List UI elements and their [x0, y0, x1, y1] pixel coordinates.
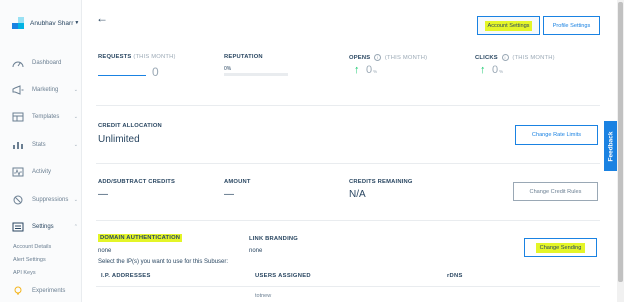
account-settings-label: Account Settings [484, 20, 533, 31]
lightbulb-icon [12, 286, 24, 296]
up-arrow-icon: ↑ [480, 64, 486, 76]
speedometer-icon [12, 58, 24, 68]
activity-icon [12, 167, 24, 177]
settings-icon [12, 222, 24, 232]
sidebar-item-label: Templates [32, 114, 60, 120]
stats-icon [12, 140, 24, 150]
profile-settings-button[interactable]: Profile Settings [543, 16, 600, 35]
scrollbar-thumb[interactable] [618, 2, 623, 282]
sidebar-subitem-api-keys[interactable]: API Keys [13, 270, 36, 276]
rdns-column-header: rDNS [447, 273, 463, 279]
reputation-progress-bar [224, 73, 288, 76]
feedback-label: Feedback [607, 131, 614, 161]
up-arrow-icon: ↑ [354, 64, 360, 76]
chevron-down-icon: ⌄ [73, 87, 78, 93]
sidebar-item-activity[interactable]: Activity [12, 167, 78, 177]
change-sending-label: Change Sending [535, 242, 586, 253]
megaphone-icon [12, 85, 24, 95]
reputation-stat-label: REPUTATION [224, 54, 263, 60]
table-cell-users-assigned: totnew [255, 293, 272, 299]
sidebar-item-marketing[interactable]: Marketing ⌄ [12, 85, 78, 95]
sendgrid-logo [12, 17, 24, 29]
sidebar-item-label: Stats [32, 142, 46, 148]
domain-authentication-value: none [98, 248, 112, 254]
chevron-down-icon: ⌄ [73, 197, 78, 203]
amount-label: AMOUNT [224, 179, 251, 185]
sidebar-item-label: Settings [32, 224, 54, 230]
requests-value: 0 [152, 65, 159, 79]
opens-value: 0% [366, 64, 378, 76]
divider [96, 220, 600, 221]
ip-addresses-column-header: I.P. ADDRESSES [101, 273, 151, 279]
credits-remaining-value: N/A [349, 189, 366, 200]
sidebar-item-label: Experiments [32, 288, 66, 294]
add-subtract-credits-value: — [98, 189, 108, 200]
back-arrow-icon[interactable]: ← [96, 11, 108, 25]
sidebar-subitem-account-details[interactable]: Account Details [13, 244, 51, 250]
clicks-value: 0% [492, 64, 504, 76]
credit-allocation-value: Unlimited [98, 134, 140, 145]
table-divider [96, 286, 600, 287]
change-credit-rules-button[interactable]: Change Credit Rules [513, 182, 598, 201]
account-switcher[interactable]: Anubhav Sharr ▼ [12, 17, 79, 29]
opens-stat-label: OPENS i (THIS MONTH) [349, 54, 428, 62]
amount-value: — [224, 189, 234, 200]
link-branding-value: none [249, 248, 263, 254]
requests-stat-label: REQUESTS (THIS MONTH) [98, 54, 176, 60]
link-branding-label: LINK BRANDING [249, 236, 298, 242]
ip-instruction: Select the IP(s) you want to use for thi… [98, 259, 229, 265]
info-icon[interactable]: i [374, 54, 382, 61]
sidebar-subitem-alert-settings[interactable]: Alert Settings [13, 257, 46, 263]
chevron-up-icon: ⌃ [73, 224, 78, 230]
divider [96, 105, 600, 106]
sidebar-item-settings[interactable]: Settings ⌃ [12, 222, 78, 232]
domain-authentication-label: DOMAIN AUTHENTICATION [98, 234, 183, 242]
chevron-down-icon: ⌄ [73, 142, 78, 148]
sidebar-item-templates[interactable]: Templates ⌄ [12, 112, 78, 122]
sidebar-item-label: Marketing [32, 87, 59, 93]
templates-icon [12, 112, 24, 122]
sidebar-item-experiments[interactable]: Experiments [12, 286, 78, 296]
divider [96, 163, 600, 164]
sidebar-item-label: Activity [32, 169, 52, 175]
chevron-down-icon: ⌄ [73, 114, 78, 120]
users-assigned-column-header: USERS ASSIGNED [255, 273, 311, 279]
reputation-value: 0% [224, 66, 232, 72]
add-subtract-credits-label: ADD/SUBTRACT CREDITS [98, 179, 176, 185]
sidebar-item-label: Dashboard [32, 60, 62, 66]
clicks-stat-label: CLICKS i (THIS MONTH) [475, 54, 555, 62]
change-sending-button[interactable]: Change Sending [524, 238, 597, 257]
main-content: ← Account Settings Profile Settings REQU… [82, 0, 602, 302]
feedback-tab[interactable]: Feedback [604, 121, 617, 171]
requests-underline [98, 75, 146, 76]
user-name: Anubhav Sharr [30, 19, 74, 27]
account-settings-button[interactable]: Account Settings [477, 16, 540, 35]
sidebar-item-suppressions[interactable]: Suppressions ⌄ [12, 195, 78, 205]
sidebar-item-label: Suppressions [32, 197, 69, 203]
credits-remaining-label: CREDITS REMAINING [349, 179, 413, 185]
change-rate-limits-button[interactable]: Change Rate Limits [515, 125, 598, 145]
info-icon[interactable]: i [501, 54, 509, 61]
chevron-down-icon: ▼ [74, 20, 80, 26]
suppressions-icon [12, 195, 24, 205]
sidebar-item-stats[interactable]: Stats ⌄ [12, 140, 78, 150]
credit-allocation-label: CREDIT ALLOCATION [98, 123, 162, 129]
sidebar-item-dashboard[interactable]: Dashboard [12, 58, 78, 68]
sidebar: Anubhav Sharr ▼ Dashboard Marketing ⌄ Te… [0, 0, 82, 302]
